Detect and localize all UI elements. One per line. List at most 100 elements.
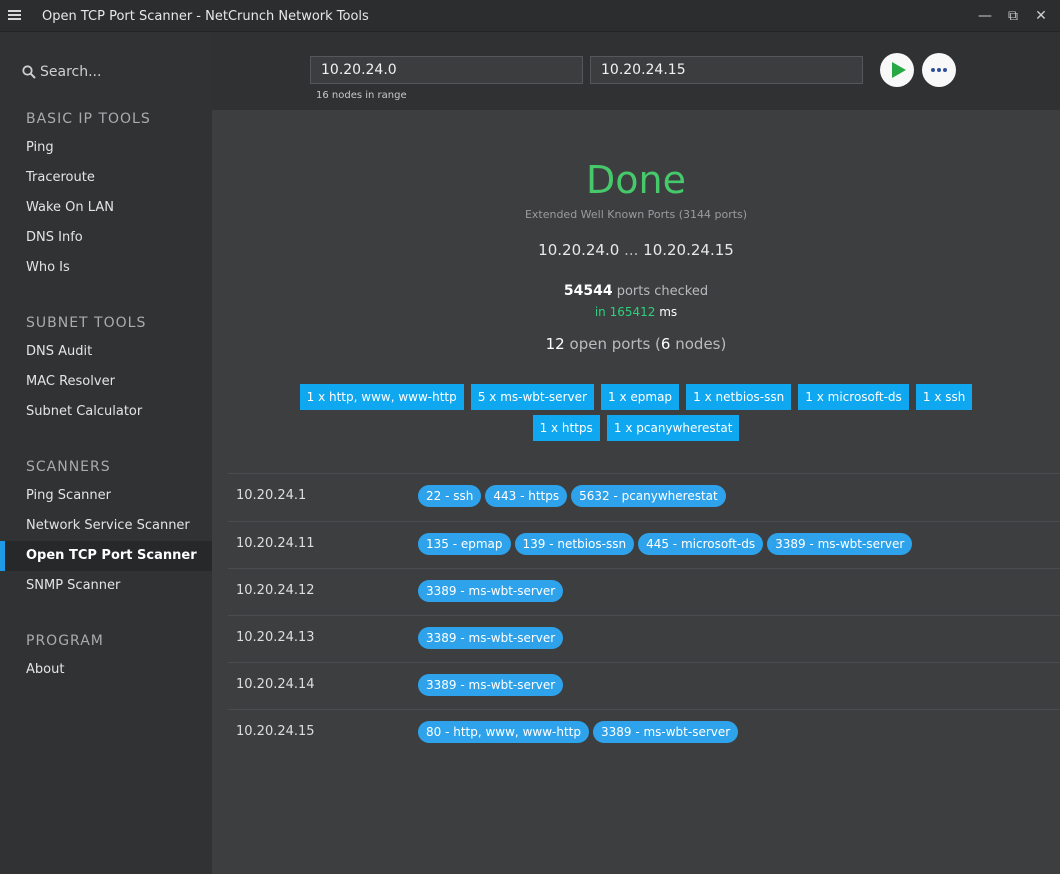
- duration-value: 165412: [609, 305, 656, 319]
- sidebar-item-who-is[interactable]: Who Is: [0, 253, 212, 283]
- port-tag[interactable]: 139 - netbios-ssn: [514, 533, 635, 555]
- range-toolbar: 16 nodes in range: [212, 32, 1060, 110]
- port-tag[interactable]: 445 - microsoft-ds: [638, 533, 764, 555]
- node-ip: 10.20.24.13: [236, 630, 315, 645]
- more-options-button[interactable]: [922, 53, 956, 87]
- port-tag[interactable]: 443 - https: [485, 485, 568, 507]
- sidebar-item-subnet-calculator[interactable]: Subnet Calculator: [0, 397, 212, 427]
- sidebar-item-label: Ping Scanner: [26, 488, 111, 503]
- range-end: 10.20.24.15: [643, 241, 734, 259]
- minimize-button[interactable]: —: [974, 6, 996, 26]
- ports-checked: 54544 ports checked: [212, 283, 1060, 299]
- port-tag[interactable]: 22 - ssh: [418, 485, 482, 507]
- node-count: 6: [660, 335, 671, 353]
- node-ip: 10.20.24.12: [236, 583, 315, 598]
- restore-button[interactable]: ⧉: [1002, 6, 1024, 26]
- port-set-name: Extended Well Known Ports (3144 ports): [524, 208, 748, 221]
- sidebar-item-label: Who Is: [26, 260, 70, 275]
- section-title-scanners: SCANNERS: [26, 459, 111, 475]
- sidebar-item-label: Ping: [26, 140, 54, 155]
- port-tags: 22 - ssh 443 - https 5632 - pcanywherestat: [418, 485, 730, 507]
- service-chip-netbios-ssn[interactable]: 1 x netbios-ssn: [686, 384, 792, 410]
- scan-status: Done: [586, 158, 686, 202]
- section-title-basic-ip-tools: BASIC IP TOOLS: [26, 111, 151, 127]
- port-tag[interactable]: 3389 - ms-wbt-server: [418, 627, 564, 649]
- port-tag[interactable]: 3389 - ms-wbt-server: [418, 674, 564, 696]
- service-chip-pcanywherestat[interactable]: 1 x pcanywherestat: [606, 415, 740, 441]
- more-dots-icon: [931, 68, 947, 72]
- sidebar-item-label: SNMP Scanner: [26, 578, 121, 593]
- play-icon: [892, 62, 906, 78]
- search-placeholder: Search...: [40, 64, 102, 80]
- chip-row: 1 x https 1 x pcanywherestat: [212, 415, 1060, 446]
- start-ip-input[interactable]: [310, 56, 583, 84]
- range-start: 10.20.24.0: [538, 241, 620, 259]
- window-title: Open TCP Port Scanner - NetCrunch Networ…: [42, 9, 369, 24]
- sidebar-item-snmp-scanner[interactable]: SNMP Scanner: [0, 571, 212, 601]
- table-row[interactable]: 10.20.24.13 3389 - ms-wbt-server: [228, 616, 1060, 663]
- sidebar-item-wake-on-lan[interactable]: Wake On LAN: [0, 193, 212, 223]
- sidebar-item-label: DNS Audit: [26, 344, 93, 359]
- start-scan-button[interactable]: [880, 53, 914, 87]
- duration-prefix: in: [594, 305, 606, 319]
- table-row[interactable]: 10.20.24.1 22 - ssh 443 - https 5632 - pca…: [228, 474, 1060, 521]
- section-title-subnet-tools: SUBNET TOOLS: [26, 315, 147, 331]
- port-tag[interactable]: 3389 - ms-wbt-server: [767, 533, 913, 555]
- open-ports-summary: 12 open ports (6 nodes): [212, 335, 1060, 353]
- open-port-count: 12: [545, 335, 565, 353]
- port-tag[interactable]: 3389 - ms-wbt-server: [592, 721, 739, 743]
- node-ip: 10.20.24.11: [236, 536, 315, 551]
- sidebar-item-network-service-scanner[interactable]: Network Service Scanner: [0, 511, 212, 541]
- sidebar-item-label: Open TCP Port Scanner: [26, 548, 197, 563]
- sidebar-item-dns-audit[interactable]: DNS Audit: [0, 337, 212, 367]
- title-bar: Open TCP Port Scanner - NetCrunch Networ…: [0, 0, 1060, 32]
- table-row[interactable]: 10.20.24.15 80 - http, www, www-http 3389…: [228, 710, 1060, 757]
- port-tag[interactable]: 80 - http, www, www-http: [418, 721, 589, 743]
- sidebar-item-ping[interactable]: Ping: [0, 133, 212, 163]
- table-row[interactable]: 10.20.24.12 3389 - ms-wbt-server: [228, 569, 1060, 616]
- range-node-count: 16 nodes in range: [316, 90, 407, 101]
- nodes-label: nodes): [675, 335, 727, 353]
- service-chip-https[interactable]: 1 x https: [532, 415, 600, 441]
- service-chip-ms-wbt-server[interactable]: 5 x ms-wbt-server: [470, 384, 594, 410]
- sidebar-item-open-tcp-port-scanner[interactable]: Open TCP Port Scanner: [0, 541, 212, 571]
- sidebar-item-mac-resolver[interactable]: MAC Resolver: [0, 367, 212, 397]
- search-icon: [22, 65, 36, 79]
- sidebar-item-label: About: [26, 662, 65, 677]
- hamburger-menu-icon[interactable]: [8, 8, 26, 24]
- port-tag[interactable]: 5632 - pcanywherestat: [571, 485, 726, 507]
- port-tags: 3389 - ms-wbt-server: [418, 627, 567, 649]
- search-box[interactable]: Search...: [22, 62, 202, 84]
- port-tags: 3389 - ms-wbt-server: [418, 674, 567, 696]
- node-ip: 10.20.24.14: [236, 677, 315, 692]
- port-tags: 135 - epmap 139 - netbios-ssn 445 - micros…: [418, 533, 916, 555]
- service-chip-epmap[interactable]: 1 x epmap: [601, 384, 680, 410]
- service-chip-microsoft-ds[interactable]: 1 x microsoft-ds: [798, 384, 909, 410]
- node-ip: 10.20.24.15: [236, 724, 315, 739]
- sidebar-item-label: Subnet Calculator: [26, 404, 143, 419]
- end-ip-input[interactable]: [590, 56, 863, 84]
- port-tags: 3389 - ms-wbt-server: [418, 580, 567, 602]
- table-row[interactable]: 10.20.24.11 135 - epmap 139 - netbios-ssn…: [228, 522, 1060, 569]
- table-row[interactable]: 10.20.24.14 3389 - ms-wbt-server: [228, 663, 1060, 710]
- sidebar-item-ping-scanner[interactable]: Ping Scanner: [0, 481, 212, 511]
- port-tag[interactable]: 135 - epmap: [418, 533, 511, 555]
- sidebar-item-about[interactable]: About: [0, 655, 212, 685]
- node-ip: 10.20.24.1: [236, 488, 307, 503]
- chip-row: 1 x http, www, www-http 5 x ms-wbt-serve…: [212, 384, 1060, 415]
- sidebar-item-label: Wake On LAN: [26, 200, 114, 215]
- ports-checked-count: 54544: [563, 283, 613, 299]
- sidebar-item-label: Network Service Scanner: [26, 518, 190, 533]
- service-chip-ssh[interactable]: 1 x ssh: [915, 384, 973, 410]
- results-panel: Done Extended Well Known Ports (3144 por…: [212, 110, 1060, 874]
- scan-duration: in 165412 ms: [212, 305, 1060, 319]
- sidebar-item-label: MAC Resolver: [26, 374, 115, 389]
- close-button[interactable]: ✕: [1030, 6, 1052, 26]
- sidebar-item-traceroute[interactable]: Traceroute: [0, 163, 212, 193]
- section-title-program: PROGRAM: [26, 633, 104, 649]
- duration-unit: ms: [659, 305, 678, 319]
- port-tag[interactable]: 3389 - ms-wbt-server: [418, 580, 564, 602]
- service-chip-http[interactable]: 1 x http, www, www-http: [299, 384, 464, 410]
- scanned-range: 10.20.24.0 ... 10.20.24.15: [212, 241, 1060, 259]
- sidebar-item-dns-info[interactable]: DNS Info: [0, 223, 212, 253]
